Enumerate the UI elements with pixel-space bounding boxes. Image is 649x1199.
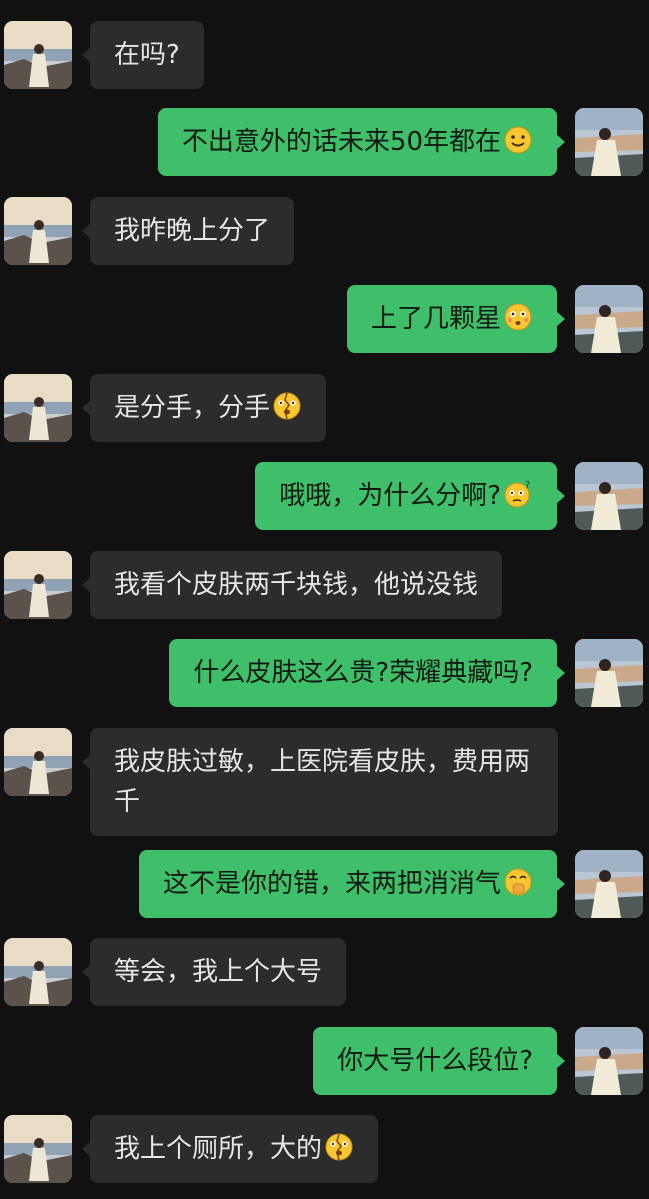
message-bubble-incoming[interactable]: 我上个厕所，大的	[90, 1115, 379, 1183]
contact-avatar[interactable]	[4, 374, 72, 442]
contact-avatar[interactable]	[4, 197, 72, 265]
message-bubble-outgoing[interactable]: 不出意外的话未来50年都在	[157, 108, 557, 176]
message-text: 哦哦，为什么分啊?	[279, 481, 501, 511]
user-avatar[interactable]	[575, 285, 643, 353]
bubble-tail	[556, 1053, 565, 1069]
user-avatar[interactable]	[575, 108, 643, 176]
message-text: 我上个厕所，大的	[114, 1134, 323, 1164]
message-text: 上了几颗星	[370, 304, 501, 334]
message-text: 在吗?	[114, 40, 180, 70]
broken-face-emoji-icon	[324, 1132, 354, 1162]
contact-avatar[interactable]	[4, 21, 72, 89]
contact-avatar[interactable]	[4, 551, 72, 619]
message-bubble-outgoing[interactable]: 哦哦，为什么分啊??	[255, 462, 557, 530]
message-text: 我皮肤过敏，上医院看皮肤，费用两千	[114, 747, 531, 817]
message-text: 什么皮肤这么贵?荣耀典藏吗?	[193, 658, 533, 688]
user-avatar[interactable]	[575, 850, 643, 918]
message-bubble-incoming[interactable]: 等会，我上个大号	[90, 938, 347, 1006]
bubble-tail	[556, 665, 565, 681]
message-bubble-incoming[interactable]: 是分手，分手	[90, 374, 327, 442]
contact-avatar[interactable]	[4, 1115, 72, 1183]
message-bubble-outgoing[interactable]: 上了几颗星	[346, 285, 557, 353]
message-text: 这不是你的错，来两把消消气	[162, 869, 501, 899]
bubble-tail	[556, 488, 565, 504]
message-bubble-outgoing[interactable]: 你大号什么段位?	[313, 1027, 557, 1095]
broken-face-emoji-icon	[272, 391, 302, 421]
user-avatar[interactable]	[575, 639, 643, 707]
message-bubble-incoming[interactable]: 我皮肤过敏，上医院看皮肤，费用两千	[90, 728, 558, 836]
message-text: 你大号什么段位?	[337, 1046, 533, 1076]
message-text: 我昨晚上分了	[114, 216, 271, 246]
bubble-tail	[556, 134, 565, 150]
flushed-emoji-icon	[503, 302, 533, 332]
confused-emoji-icon: ?	[503, 479, 533, 509]
message-bubble-incoming[interactable]: 我看个皮肤两千块钱，他说没钱	[90, 551, 503, 619]
user-avatar[interactable]	[575, 462, 643, 530]
message-bubble-incoming[interactable]: 我昨晚上分了	[90, 197, 295, 265]
svg-text:?: ?	[525, 480, 530, 491]
contact-avatar[interactable]	[4, 938, 72, 1006]
hand-over-mouth-emoji-icon	[503, 867, 533, 897]
bubble-tail	[556, 311, 565, 327]
message-bubble-outgoing[interactable]: 这不是你的错，来两把消消气	[138, 850, 557, 918]
message-text: 不出意外的话未来50年都在	[181, 127, 501, 157]
message-bubble-incoming[interactable]: 在吗?	[90, 21, 204, 89]
message-text: 我看个皮肤两千块钱，他说没钱	[114, 570, 479, 600]
smile-emoji-icon	[503, 125, 533, 155]
bubble-tail	[556, 876, 565, 892]
chat-conversation: 在吗? 不出意外的话未来50年都在 我昨晚上分了 上了几颗星 是分手，分手 哦哦…	[0, 0, 649, 1199]
contact-avatar[interactable]	[4, 728, 72, 796]
message-text: 是分手，分手	[114, 393, 271, 423]
message-text: 等会，我上个大号	[114, 957, 323, 987]
message-bubble-outgoing[interactable]: 什么皮肤这么贵?荣耀典藏吗?	[169, 639, 557, 707]
user-avatar[interactable]	[575, 1027, 643, 1095]
